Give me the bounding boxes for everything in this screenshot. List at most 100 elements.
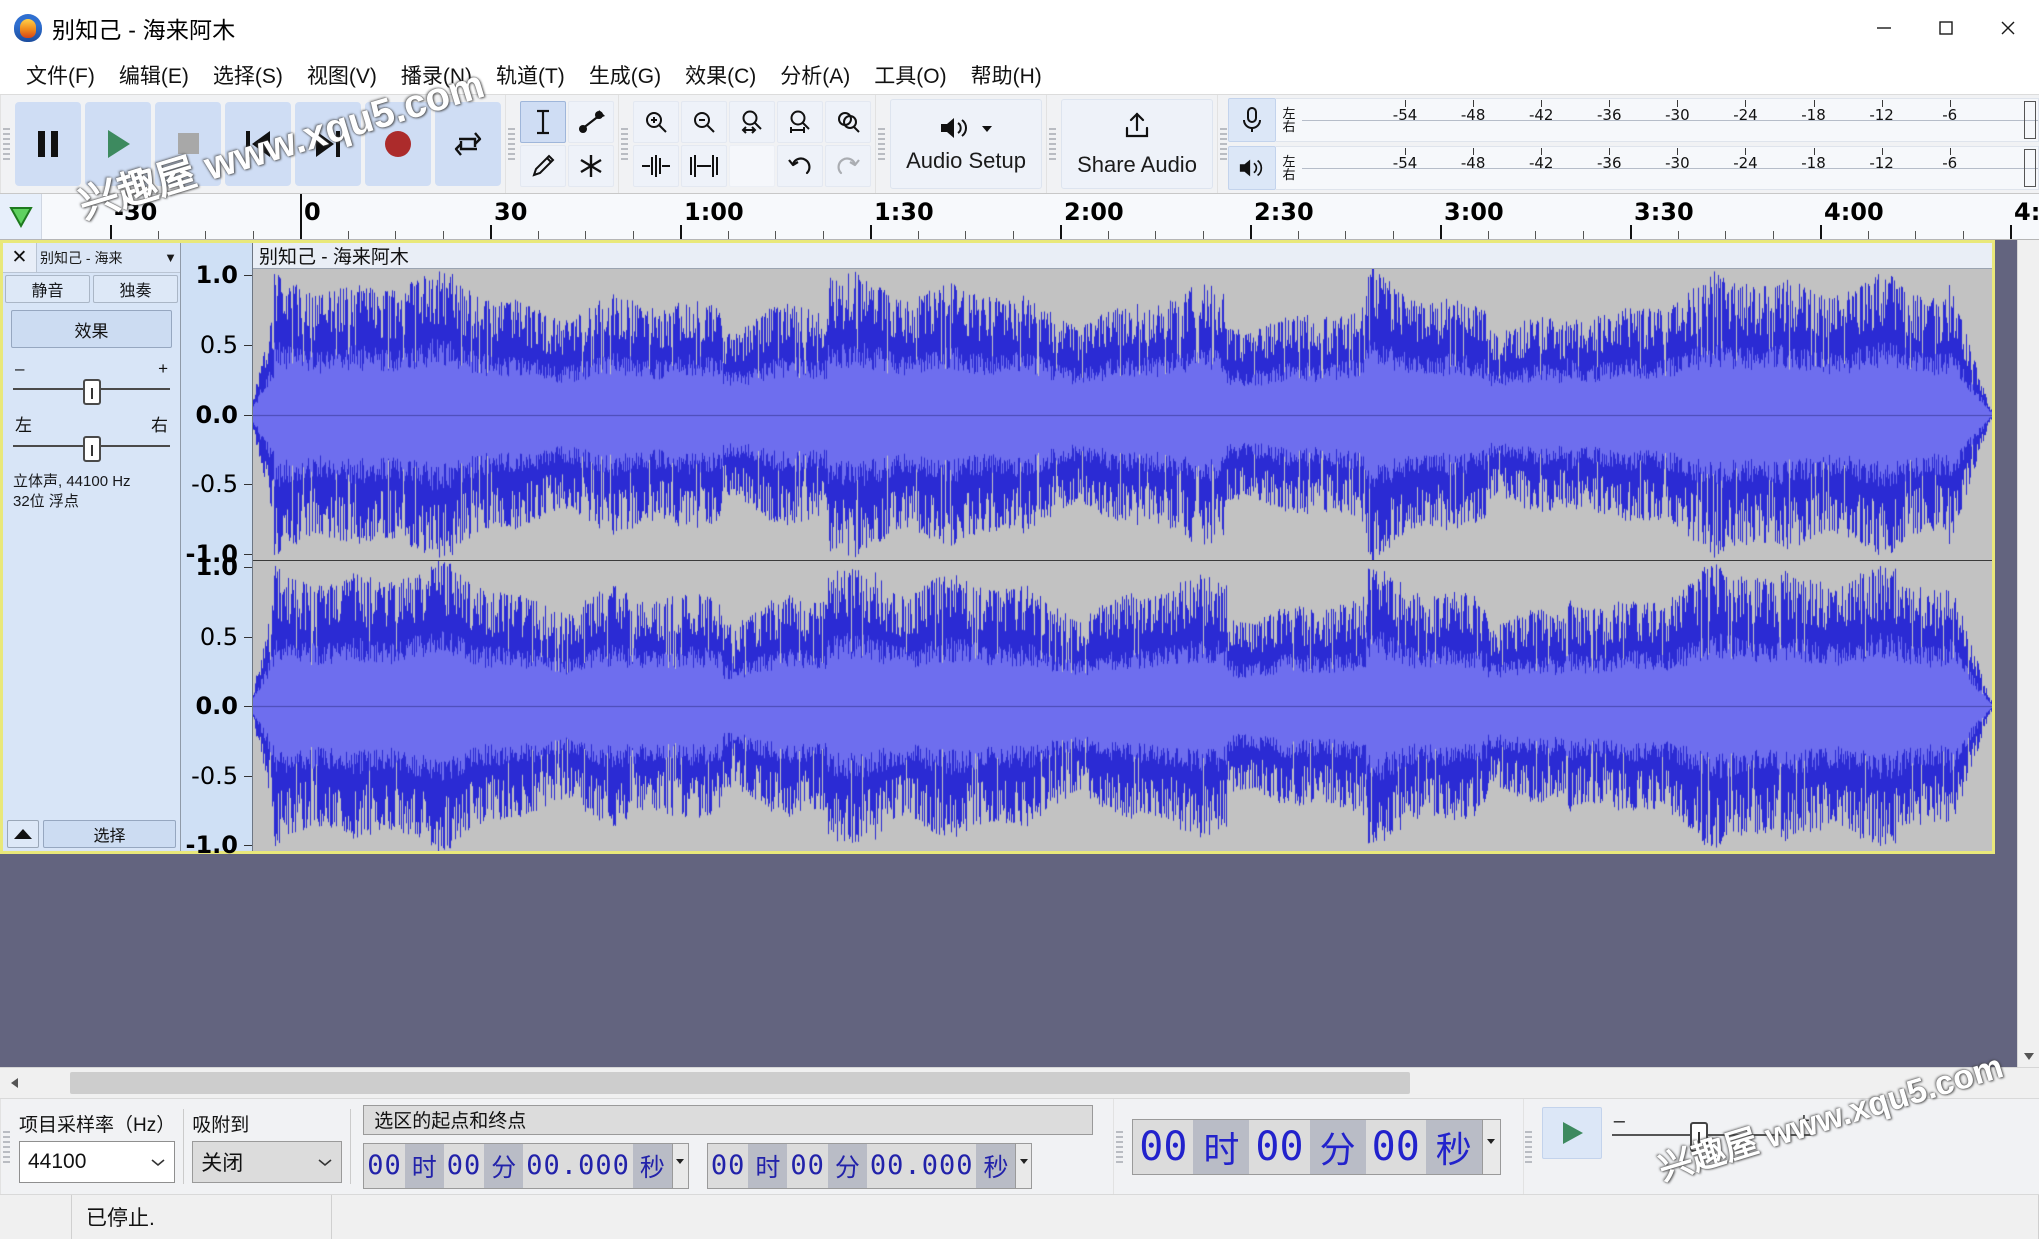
gain-slider-thumb[interactable] (82, 379, 101, 405)
maximize-button[interactable] (1915, 0, 1977, 56)
audio-position-minutes[interactable]: 00 (1249, 1119, 1310, 1174)
selection-start-seconds[interactable]: 00.000 (523, 1143, 633, 1188)
gain-slider[interactable]: – + (13, 360, 170, 405)
menu-analyze[interactable]: 分析(A) (768, 58, 862, 92)
stop-button[interactable] (155, 102, 221, 186)
play-at-speed-button[interactable] (1541, 1107, 1602, 1159)
track-effects-button[interactable]: 效果 (11, 310, 172, 348)
audio-position-seconds[interactable]: 00 (1365, 1119, 1426, 1174)
selection-tool[interactable] (520, 101, 566, 143)
skip-to-end-button[interactable] (295, 102, 361, 186)
track-select-button[interactable]: 选择 (43, 820, 176, 848)
fit-project-button[interactable] (777, 101, 823, 143)
selection-end-hours[interactable]: 00 (707, 1143, 749, 1188)
track-name-dropdown[interactable]: 别知己 - 海来 ▼ (37, 243, 180, 273)
silence-audio-button[interactable] (681, 145, 727, 187)
selection-start-hours[interactable]: 00 (364, 1143, 405, 1188)
horizontal-scroll-trough[interactable] (30, 1068, 2039, 1098)
menu-generate[interactable]: 生成(G) (577, 58, 673, 92)
scroll-left-arrow-icon[interactable] (0, 1068, 30, 1098)
fit-selection-button[interactable] (729, 101, 775, 143)
waveform-display[interactable]: 别知己 - 海来阿木 (253, 243, 1992, 851)
record-button[interactable] (365, 102, 431, 186)
selection-start-dropdown[interactable] (671, 1143, 688, 1188)
menu-tracks[interactable]: 轨道(T) (484, 58, 577, 92)
pause-button[interactable] (15, 102, 81, 186)
audio-setup-button[interactable]: Audio Setup (890, 99, 1042, 189)
menu-transport[interactable]: 播录(N) (389, 58, 484, 92)
pan-slider-thumb[interactable] (82, 436, 101, 462)
timeline-ruler[interactable]: -30 0 30 1:00 1:30 2:00 2:30 3:00 3:30 4:00 4:30 (0, 194, 2039, 240)
play-button[interactable] (85, 102, 151, 186)
menu-effect[interactable]: 效果(C) (673, 58, 768, 92)
close-button[interactable] (1977, 0, 2039, 56)
selection-toolbar-grip[interactable] (0, 1099, 11, 1194)
redo-button[interactable] (825, 145, 871, 187)
menu-file[interactable]: 文件(F) (14, 58, 107, 92)
audio-setup-toolbar-grip[interactable] (875, 95, 886, 193)
multi-tool[interactable] (568, 145, 614, 187)
track-close-button[interactable]: ✕ (3, 243, 37, 273)
undo-button[interactable] (777, 145, 823, 187)
waveform-channel-right[interactable] (253, 561, 1992, 851)
record-meter[interactable]: 左 右 -54 -48 -42 -36 -30 -24 -18 -12 -6 (1228, 98, 2039, 142)
zoom-toggle-button[interactable] (825, 101, 871, 143)
vertical-scrollbar[interactable] (2017, 240, 2039, 1067)
horizontal-scrollbar[interactable] (0, 1067, 2039, 1098)
waveform-channel-left[interactable] (253, 269, 1992, 560)
share-audio-button[interactable]: Share Audio (1061, 99, 1213, 189)
edit-toolbar-grip[interactable] (618, 95, 629, 193)
ruler-major-tick (1060, 225, 1062, 239)
play-meter-scale[interactable]: -54 -48 -42 -36 -30 -24 -18 -12 -6 (1302, 146, 2039, 190)
track-mute-button[interactable]: 静音 (5, 275, 90, 303)
skip-to-start-button[interactable] (225, 102, 291, 186)
audio-track[interactable]: ✕ 别知己 - 海来 ▼ 静音 独奏 效果 – + 左 右 立体声, 44100… (0, 240, 1995, 859)
zoom-out-button[interactable] (681, 101, 727, 143)
pan-slider[interactable]: 左 右 (13, 417, 170, 462)
menu-tools[interactable]: 工具(O) (862, 58, 958, 92)
selection-start-time[interactable]: 00 时 00 分 00.000 秒 (363, 1142, 689, 1189)
pinned-play-head-icon[interactable] (0, 194, 42, 239)
time-toolbar-grip[interactable] (1113, 1099, 1125, 1194)
audio-position-hours[interactable]: 00 (1133, 1119, 1194, 1174)
selection-end-minutes[interactable]: 00 (787, 1143, 828, 1188)
vertical-amplitude-ruler[interactable]: 1.0 0.5 0.0 -0.5 -1.0 1.0 0.5 0.0 -0.5 -1.0 (181, 243, 253, 859)
trim-audio-button[interactable] (633, 145, 679, 187)
clip-title-bar[interactable]: 别知己 - 海来阿木 (253, 243, 1992, 269)
play-meter[interactable]: 左 右 -54 -48 -42 -36 -30 -24 -18 -12 -6 (1228, 146, 2039, 190)
scroll-down-arrow-icon[interactable] (2018, 1045, 2039, 1067)
menu-help[interactable]: 帮助(H) (959, 58, 1054, 92)
collapse-up-icon[interactable] (7, 820, 39, 848)
speaker-icon[interactable] (1228, 146, 1276, 190)
play-speed-slider-thumb[interactable] (1689, 1122, 1708, 1152)
snap-to-select[interactable]: 关闭 (192, 1141, 343, 1183)
menu-select[interactable]: 选择(S) (201, 58, 295, 92)
envelope-tool[interactable] (568, 101, 614, 143)
menu-edit[interactable]: 编辑(E) (107, 58, 201, 92)
meter-toolbar-grip[interactable] (1217, 95, 1228, 193)
record-meter-scale[interactable]: -54 -48 -42 -36 -30 -24 -18 -12 -6 (1302, 98, 2039, 142)
share-audio-toolbar-grip[interactable] (1046, 95, 1057, 193)
selection-end-seconds[interactable]: 00.000 (866, 1143, 977, 1188)
horizontal-scroll-thumb[interactable] (70, 1072, 1410, 1094)
track-solo-button[interactable]: 独奏 (93, 275, 178, 303)
selection-end-time[interactable]: 00 时 00 分 00.000 秒 (706, 1142, 1033, 1189)
menu-view[interactable]: 视图(V) (295, 58, 389, 92)
project-rate-select[interactable]: 44100 (19, 1141, 176, 1183)
play-speed-toolbar-grip[interactable] (1522, 1099, 1534, 1194)
play-speed-slider[interactable]: – + (1611, 1108, 1812, 1158)
draw-tool[interactable] (520, 145, 566, 187)
zoom-in-button[interactable] (633, 101, 679, 143)
ruler-minor-tick (775, 231, 776, 239)
loop-button[interactable] (435, 102, 501, 186)
audio-position-dropdown[interactable] (1481, 1119, 1500, 1174)
tools-toolbar-grip[interactable] (505, 95, 516, 193)
timeline-scale[interactable]: -30 0 30 1:00 1:30 2:00 2:30 3:00 3:30 4:00 4:30 (42, 194, 2039, 239)
selection-end-dropdown[interactable] (1015, 1143, 1032, 1188)
transport-toolbar-grip[interactable] (0, 95, 11, 193)
selection-start-minutes[interactable]: 00 (443, 1143, 485, 1188)
minimize-button[interactable] (1853, 0, 1915, 56)
share-audio-toolbar: Share Audio (1057, 95, 1217, 193)
microphone-icon[interactable] (1228, 98, 1276, 142)
audio-position-time[interactable]: 00 时 00 分 00 秒 (1132, 1118, 1501, 1175)
